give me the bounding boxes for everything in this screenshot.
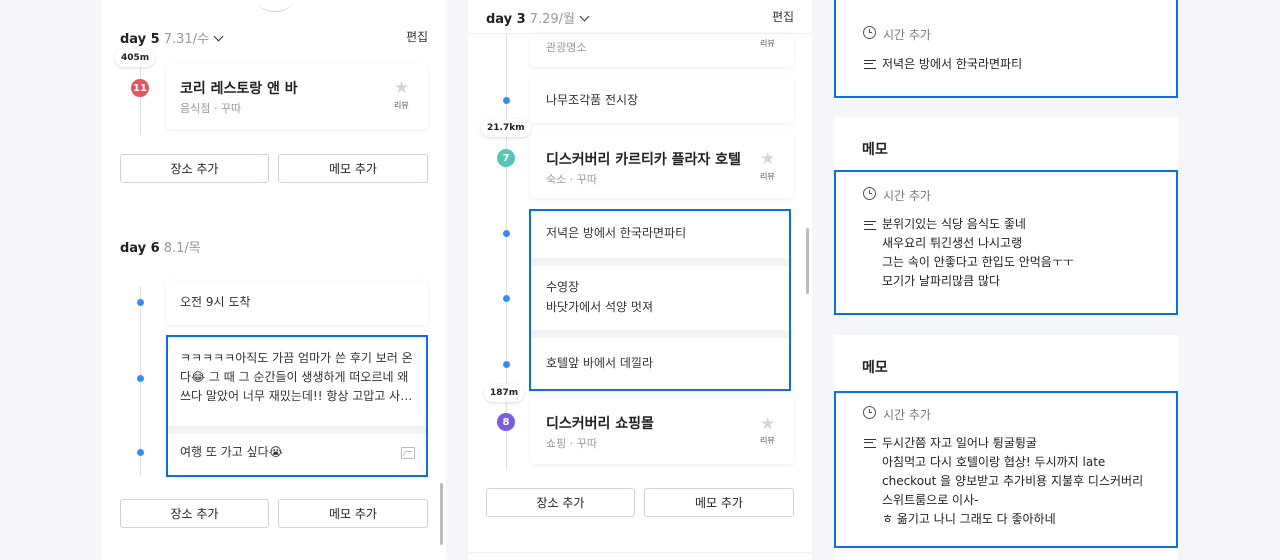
day3-date: 7.29/월 [529, 12, 576, 27]
memo-detail-card: 시간 추가 저녁은 방에서 한국라면파티 [834, 0, 1178, 99]
memo-edit-outline [834, 0, 1178, 98]
day6-label: day 6 [120, 241, 160, 256]
memo-card-arrival[interactable]: 오전 9시 도착 [166, 281, 428, 325]
memo-text: 나무조각품 전시장 [546, 93, 639, 107]
place-number-marker: 8 [497, 413, 515, 431]
star-icon[interactable]: ★ [760, 151, 775, 168]
day5-label: day 5 [120, 32, 160, 47]
distance-badge: 405m [115, 49, 156, 67]
place-card-partial[interactable]: 관광명소 리뷰 [530, 33, 794, 67]
add-place-button[interactable]: 장소 추가 [120, 154, 269, 183]
collapse-chevron-icon[interactable] [257, 0, 293, 12]
day5-edit-button[interactable]: 편집 [406, 28, 428, 45]
add-memo-button[interactable]: 메모 추가 [278, 499, 428, 528]
day6-header[interactable]: day 6 8.1/목 [120, 237, 201, 256]
place-subtitle: 숙소 · 꾸따 [546, 173, 597, 186]
timeline-dot [503, 97, 510, 104]
review-label[interactable]: 리뷰 [394, 100, 409, 111]
memo-title: 메모 [862, 142, 888, 158]
chevron-down-icon [213, 31, 224, 42]
memo-detail-card: 메모 시간 추가 분위기있는 식당 음식도 좋네 새우요리 튀긴생선 나시고랭 … [834, 117, 1178, 316]
memo-edit-outline [834, 170, 1178, 315]
scrollbar[interactable] [806, 228, 809, 294]
panel-divider [468, 552, 812, 553]
day5-header[interactable]: day 5 7.31/수 [120, 28, 224, 47]
timeline-dot [137, 299, 144, 306]
day3-edit-button[interactable]: 편집 [772, 8, 794, 25]
distance-badge: 21.7km [481, 119, 531, 137]
memo-title: 메모 [862, 360, 888, 376]
add-place-button[interactable]: 장소 추가 [120, 499, 269, 528]
timeline-dot [137, 375, 144, 382]
place-subtitle: 관광명소 [546, 41, 587, 54]
memo-card-woodcraft[interactable]: 나무조각품 전시장 [530, 78, 794, 123]
memo-edit-outline [834, 391, 1178, 548]
memo-detail-card: 메모 시간 추가 두시간쯤 자고 일어나 튕굴튕굴 아침먹고 다시 호텔이랑 협… [834, 335, 1178, 560]
timeline-dot [137, 449, 144, 456]
scrollbar[interactable] [440, 483, 443, 545]
add-memo-button[interactable]: 메모 추가 [278, 154, 428, 183]
place-card-hotel[interactable]: 디스커버리 카르티카 플라자 호텔 숙소 · 꾸따 ★ 리뷰 [530, 134, 794, 198]
header-divider [468, 33, 812, 34]
day5-date: 7.31/수 [163, 32, 210, 47]
chevron-down-icon [579, 11, 590, 22]
place-subtitle: 음식점 · 꾸따 [180, 102, 242, 115]
day6-date: 8.1/목 [163, 241, 201, 256]
memo-text: 오전 9시 도착 [180, 295, 251, 309]
place-card-mall[interactable]: 디스커버리 쇼핑몰 쇼핑 · 꾸따 ★ 리뷰 [530, 398, 794, 464]
day5-day6-panel: day 5 7.31/수 편집 405m 11 코리 레스토랑 앤 바 음식점 ·… [102, 0, 446, 560]
place-title: 디스커버리 쇼핑몰 [546, 416, 654, 432]
place-card-kori[interactable]: 코리 레스토랑 앤 바 음식점 · 꾸따 ★ 리뷰 [166, 63, 428, 129]
selection-outline [166, 335, 428, 477]
place-subtitle: 쇼핑 · 꾸따 [546, 437, 597, 450]
place-number-marker: 7 [497, 149, 515, 167]
day3-panel: day 3 7.29/월 편집 관광명소 리뷰 나무조각품 전시장 21.7km … [468, 0, 812, 560]
day3-label: day 3 [486, 12, 526, 27]
star-icon[interactable]: ★ [394, 80, 409, 97]
selection-outline [529, 209, 791, 391]
memo-detail-panel: 시간 추가 저녁은 방에서 한국라면파티 메모 시간 추가 분위기있는 식당 음… [834, 0, 1178, 560]
place-title: 코리 레스토랑 앤 바 [180, 81, 298, 97]
review-label[interactable]: 리뷰 [760, 171, 775, 182]
timeline-dot [503, 361, 510, 368]
place-title: 디스커버리 카르티카 플라자 호텔 [546, 152, 741, 168]
distance-badge: 187m [484, 384, 525, 402]
timeline-dot [503, 295, 510, 302]
add-place-button[interactable]: 장소 추가 [486, 488, 635, 517]
add-memo-button[interactable]: 메모 추가 [644, 488, 794, 517]
place-number-marker: 11 [131, 79, 149, 97]
timeline-dot [503, 230, 510, 237]
review-label[interactable]: 리뷰 [760, 38, 775, 49]
star-icon[interactable]: ★ [760, 416, 775, 433]
day3-header[interactable]: day 3 7.29/월 [486, 8, 590, 27]
review-label[interactable]: 리뷰 [760, 435, 775, 446]
